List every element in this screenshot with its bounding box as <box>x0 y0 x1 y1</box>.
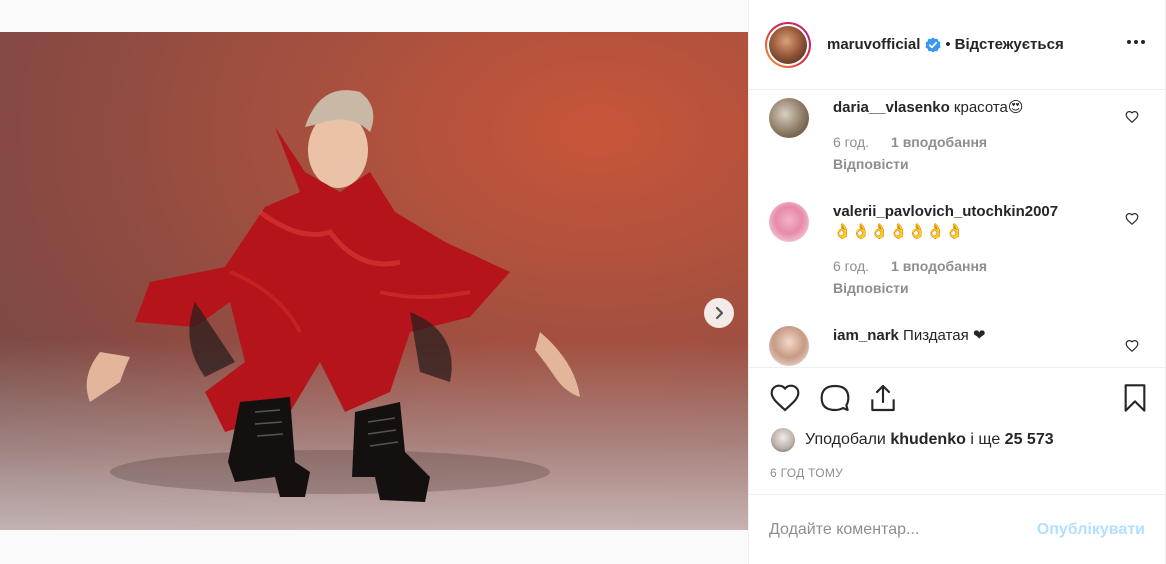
post-details-panel: maruvofficial • Відстежується daria__vla… <box>748 0 1166 564</box>
comment-time: 6 год. <box>833 134 870 150</box>
commenter-avatar[interactable] <box>769 202 809 242</box>
author-avatar[interactable] <box>765 21 811 68</box>
comment-item: daria__vlasenko красота😍 6 год. 1 вподоба… <box>769 98 1149 208</box>
liked-by-prefix: Уподобали <box>805 431 886 448</box>
more-options-button[interactable] <box>1127 40 1145 44</box>
comment-item: iam_nark Пиздатая ❤ <box>769 326 1149 367</box>
comment-text: Пиздатая ❤ <box>903 327 986 344</box>
comment-time: 6 год. <box>833 258 870 274</box>
liked-by-summary: Уподобали khudenko і ще 25 573 <box>771 428 1054 452</box>
comment-like-heart-icon[interactable] <box>1125 110 1139 124</box>
follow-status-button[interactable]: Відстежується <box>955 36 1064 53</box>
more-dot-icon <box>1127 40 1131 44</box>
liker-avatar[interactable] <box>771 428 795 452</box>
author-username[interactable]: maruvofficial <box>827 36 920 53</box>
header-separator: • <box>945 36 951 53</box>
verified-badge-icon <box>925 37 941 52</box>
next-image-button[interactable] <box>704 298 734 328</box>
comment-likes-link[interactable]: 1 вподобання <box>891 134 987 150</box>
comments-list[interactable]: daria__vlasenko красота😍 6 год. 1 вподоба… <box>749 90 1165 367</box>
like-heart-icon[interactable] <box>769 382 801 414</box>
chevron-right-icon <box>715 306 724 320</box>
comment-bubble-icon[interactable] <box>819 382 851 414</box>
commenter-username[interactable]: valerii_pavlovich_utochkin2007 <box>833 203 1058 220</box>
comment-likes-link[interactable]: 1 вподобання <box>891 258 987 274</box>
comment-like-heart-icon[interactable] <box>1125 212 1139 226</box>
comment-text: 👌👌👌👌👌👌👌 <box>833 223 964 240</box>
liked-by-connector: і ще <box>970 431 1001 448</box>
share-icon[interactable] <box>867 382 899 414</box>
instagram-post-view: maruvofficial • Відстежується daria__vla… <box>0 0 1166 564</box>
comment-item: valerii_pavlovich_utochkin2007 👌👌👌👌👌👌👌 6… <box>769 202 1149 322</box>
reply-button[interactable]: Відповісти <box>833 278 1119 298</box>
commenter-avatar[interactable] <box>769 98 809 138</box>
likes-count-link[interactable]: 25 573 <box>1005 431 1054 449</box>
comment-input[interactable] <box>769 520 1037 539</box>
publish-button[interactable]: Опублікувати <box>1037 521 1145 539</box>
post-timestamp[interactable]: 6 ГОД ТОМУ <box>770 466 843 480</box>
add-comment-bar: Опублікувати <box>749 494 1165 564</box>
post-actions: Уподобали khudenko і ще 25 573 6 ГОД ТОМ… <box>749 367 1165 480</box>
comment-text: красота😍 <box>953 99 1024 116</box>
commenter-username[interactable]: iam_nark <box>833 327 899 344</box>
post-header: maruvofficial • Відстежується <box>749 0 1165 90</box>
more-dot-icon <box>1141 40 1145 44</box>
post-photo[interactable] <box>0 32 748 530</box>
commenter-avatar[interactable] <box>769 326 809 366</box>
photo-subject <box>86 90 580 502</box>
save-bookmark-icon[interactable] <box>1119 382 1151 414</box>
more-dot-icon <box>1134 40 1138 44</box>
reply-button[interactable]: Відповісти <box>833 154 1119 174</box>
comment-like-heart-icon[interactable] <box>1125 339 1139 353</box>
liker-username[interactable]: khudenko <box>890 431 966 449</box>
commenter-username[interactable]: daria__vlasenko <box>833 99 950 116</box>
